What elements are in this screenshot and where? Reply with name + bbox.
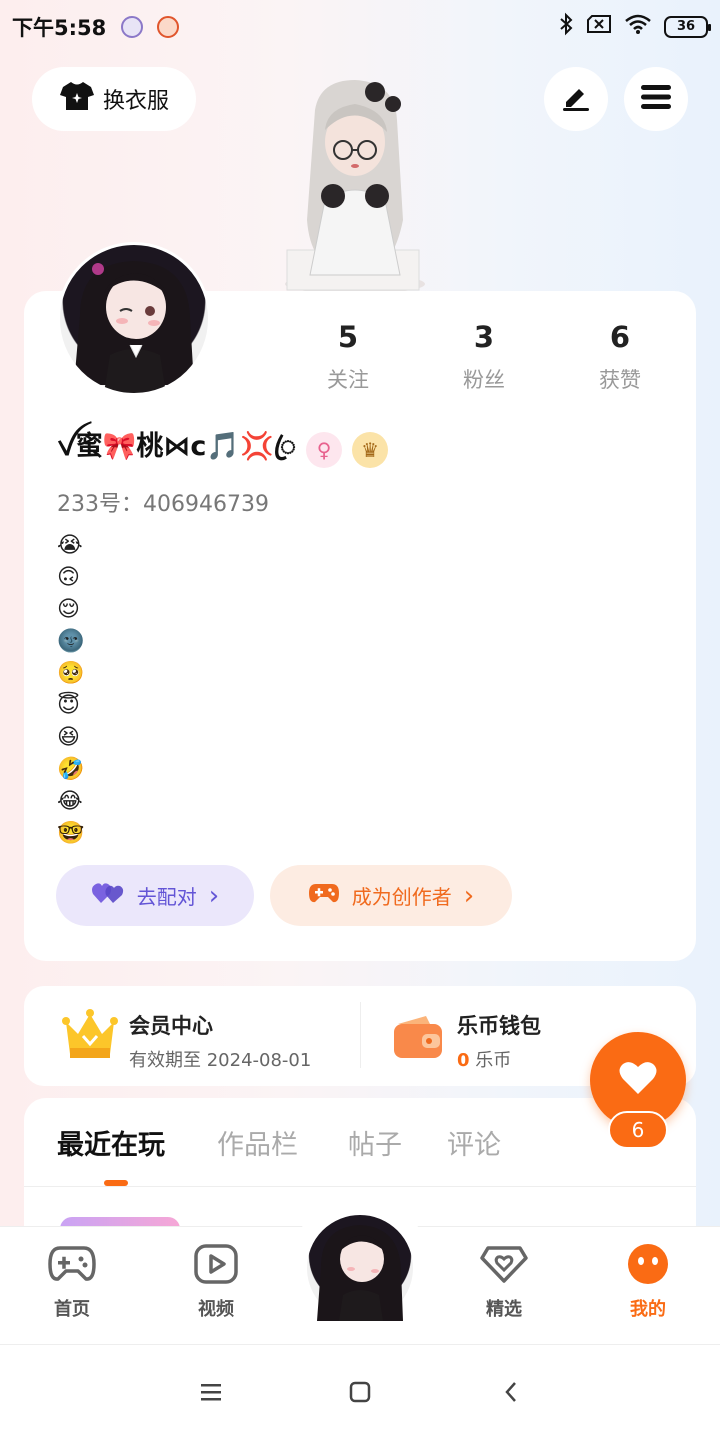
crown-icon[interactable]: ♛ — [352, 432, 389, 468]
become-creator-label: 成为创作者 — [351, 885, 452, 909]
member-center-title: 会员中心 — [129, 1014, 213, 1038]
bio-emoji: 😭 — [57, 533, 83, 558]
chevron-right-icon: › — [463, 880, 475, 911]
battery-level: 36 — [676, 19, 696, 34]
stat-label: 粉丝 — [463, 368, 505, 392]
stat-value: 5 — [337, 320, 359, 354]
bio-emoji: 😆 — [57, 725, 80, 750]
stat-value: 3 — [473, 320, 495, 354]
match-button[interactable]: 去配对 › — [56, 865, 254, 926]
stat-label: 关注 — [327, 368, 369, 392]
bio-emoji: 🤓 — [57, 821, 85, 846]
home-icon[interactable] — [344, 1376, 376, 1408]
bluetooth-icon — [558, 12, 574, 41]
heart-tag-icon — [480, 1244, 528, 1289]
bio-emoji: 🥺 — [57, 661, 85, 686]
match-label: 去配对 — [136, 885, 197, 909]
battery-icon: 36 — [664, 15, 711, 38]
menu-button[interactable] — [624, 67, 688, 131]
avatar[interactable] — [57, 242, 211, 396]
nickname: ꪜ蜜🎀桃⋈c🎵💢ꦿ — [57, 431, 297, 462]
gamepad-icon — [48, 1244, 96, 1289]
avatar-figure[interactable] — [275, 70, 435, 295]
wallet-title: 乐币钱包 — [457, 1014, 541, 1038]
wallet-amount: 0 — [457, 1050, 470, 1071]
bio-emoji: 😂 — [57, 789, 83, 814]
tab-posts[interactable]: 帖子 — [348, 1123, 402, 1162]
chevron-right-icon: › — [208, 880, 220, 911]
face-icon — [626, 1244, 670, 1289]
change-outfit-label: 换衣服 — [102, 89, 169, 114]
bio-emoji: 🤣 — [57, 757, 85, 782]
nav-mine[interactable]: 我的 — [608, 1244, 688, 1321]
tabs-divider — [24, 1186, 696, 1187]
bio-emoji: 🌚 — [57, 629, 85, 654]
status-time: 下午5:58 — [12, 16, 107, 40]
change-outfit-button[interactable]: 换衣服 — [32, 67, 196, 131]
double-heart-icon — [91, 881, 125, 910]
tab-comments[interactable]: 评论 — [447, 1123, 501, 1162]
play-icon — [194, 1244, 238, 1289]
stat-value: 6 — [609, 320, 631, 354]
nav-home[interactable]: 首页 — [32, 1244, 112, 1321]
member-center[interactable]: 会员中心 有效期至 2024-08-01 — [129, 1010, 311, 1072]
nav-featured[interactable]: 精选 — [464, 1244, 544, 1321]
like-count-badge: 6 — [608, 1111, 668, 1149]
vip-symbol: ♛ — [361, 438, 380, 462]
stat-label: 获赞 — [599, 368, 641, 392]
app-notification-icon — [121, 16, 143, 38]
tab-recently-played[interactable]: 最近在玩 — [57, 1123, 165, 1162]
status-icons: 36 — [558, 12, 711, 41]
nav-label: 精选 — [486, 1299, 522, 1320]
tshirt-icon — [59, 80, 95, 118]
member-expiry: 有效期至 2024-08-01 — [129, 1050, 312, 1071]
menu-icon — [641, 84, 671, 114]
gender-symbol: ♀ — [316, 438, 332, 462]
recent-apps-icon[interactable] — [195, 1376, 227, 1408]
bio-emoji: 😇 — [57, 693, 80, 718]
pen-icon — [561, 82, 591, 116]
gamepad-icon — [308, 881, 340, 910]
back-icon[interactable] — [495, 1376, 527, 1408]
tab-works[interactable]: 作品栏 — [217, 1123, 298, 1162]
female-icon: ♀ — [306, 432, 343, 468]
app-notification-icon — [157, 16, 179, 38]
nav-label: 首页 — [54, 1299, 90, 1320]
nav-center-avatar[interactable] — [304, 1212, 416, 1324]
stat-following[interactable]: 5 关注 — [298, 320, 398, 394]
wallet-icon — [392, 1012, 444, 1064]
coin-wallet[interactable]: 乐币钱包 0 乐币 — [457, 1010, 541, 1072]
bio-emoji: 🙃 — [57, 565, 80, 590]
user-id: 233号：406946739 — [57, 492, 269, 517]
become-creator-button[interactable]: 成为创作者 › — [270, 865, 512, 926]
edit-profile-button[interactable] — [544, 67, 608, 131]
vip-crown-icon — [62, 1008, 118, 1066]
stat-fans[interactable]: 3 粉丝 — [434, 320, 534, 394]
nav-label: 我的 — [630, 1299, 666, 1320]
nav-video[interactable]: 视频 — [176, 1244, 256, 1321]
nav-label: 视频 — [198, 1299, 234, 1320]
divider — [360, 1002, 361, 1068]
sim-off-icon — [586, 14, 612, 39]
wifi-icon — [624, 13, 652, 40]
bio-emoji: 😌 — [57, 597, 80, 622]
nickname-row: ꪜ蜜🎀桃⋈c🎵💢ꦿ ♀ ♛ — [57, 430, 389, 470]
stat-likes[interactable]: 6 获赞 — [570, 320, 670, 394]
bio: 😭 🙃 😌 🌚 🥺 😇 😆 🤣 😂 🤓 — [57, 530, 84, 850]
wallet-balance: 0 乐币 — [457, 1046, 541, 1072]
heart-icon — [618, 1060, 658, 1100]
wallet-unit: 乐币 — [475, 1050, 512, 1071]
